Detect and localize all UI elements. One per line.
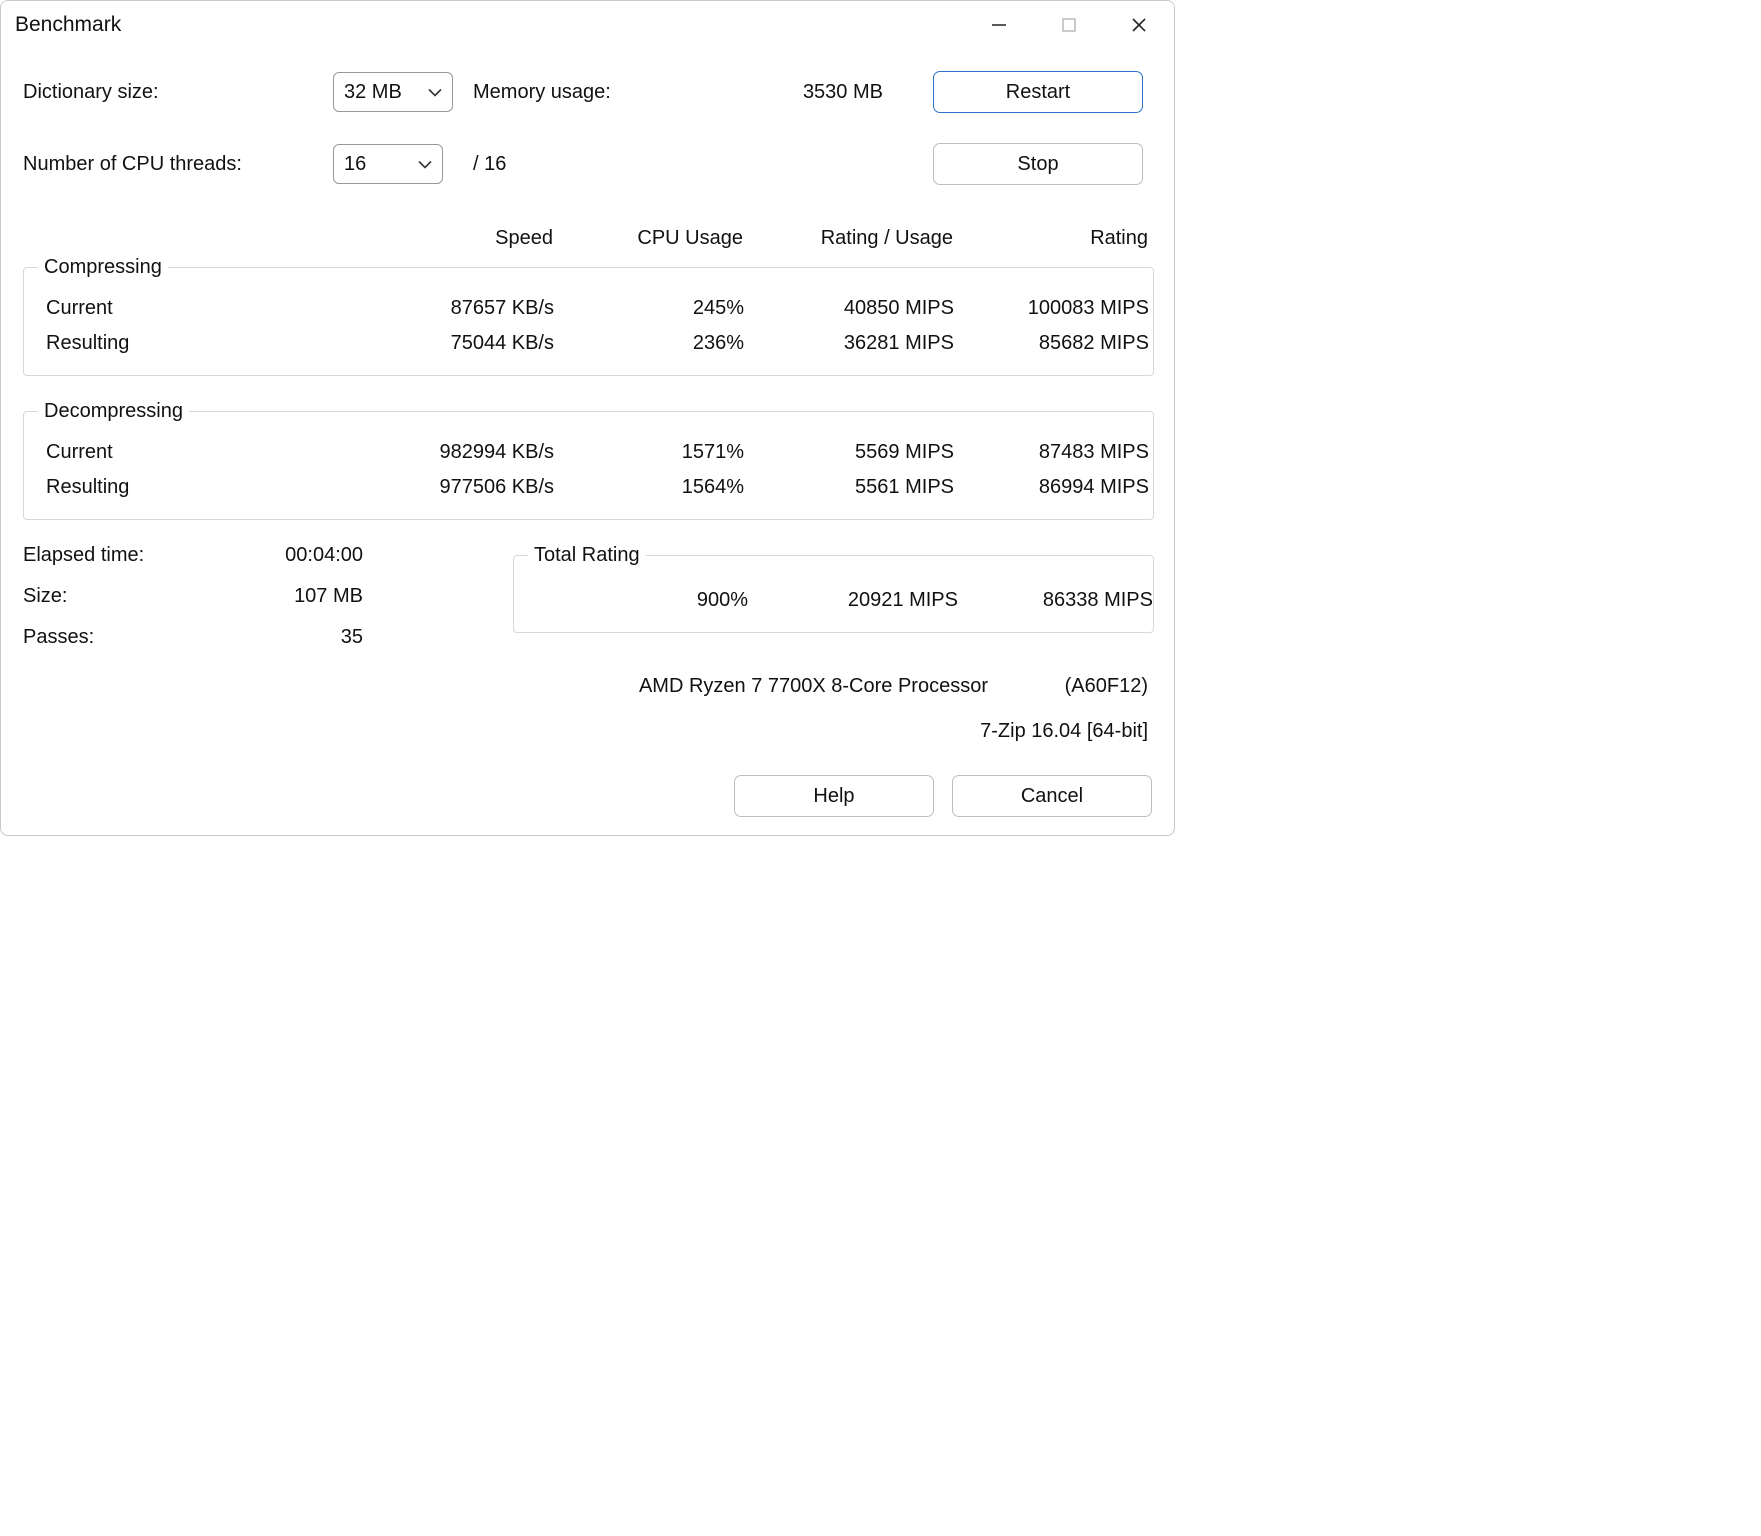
row-rating-usage: 40850 MIPS	[744, 297, 954, 320]
columns-header: Speed CPU Usage Rating / Usage Rating	[23, 227, 1154, 250]
decompressing-legend: Decompressing	[38, 400, 189, 423]
stats-panel: Elapsed time: 00:04:00 Size: 107 MB Pass…	[23, 544, 493, 649]
cancel-button[interactable]: Cancel	[952, 775, 1152, 817]
cpu-id: (A60F12)	[988, 675, 1148, 698]
cpu-threads-value: 16	[344, 153, 366, 176]
total-cpu: 900%	[528, 589, 748, 612]
col-rating: Rating	[953, 227, 1148, 250]
window-title: Benchmark	[15, 13, 121, 37]
row-label: Current	[24, 441, 384, 464]
close-button[interactable]	[1104, 1, 1174, 49]
cpu-threads-select[interactable]: 16	[333, 144, 443, 184]
total-rating-legend: Total Rating	[528, 544, 646, 567]
row-speed: 75044 KB/s	[384, 332, 554, 355]
row-rating: 87483 MIPS	[954, 441, 1149, 464]
footer-buttons: Help Cancel	[23, 775, 1154, 817]
restart-button[interactable]: Restart	[933, 71, 1143, 113]
size-label: Size:	[23, 585, 233, 608]
dictionary-size-value: 32 MB	[344, 81, 402, 104]
close-icon	[1131, 17, 1147, 33]
elapsed-time-value: 00:04:00	[233, 544, 363, 567]
row-cpu: 236%	[554, 332, 744, 355]
memory-usage-label: Memory usage:	[473, 81, 663, 104]
cpu-name: AMD Ryzen 7 7700X 8-Core Processor	[23, 675, 988, 698]
row-label: Current	[24, 297, 384, 320]
row-speed: 982994 KB/s	[384, 441, 554, 464]
stop-button[interactable]: Stop	[933, 143, 1143, 185]
cpu-threads-label: Number of CPU threads:	[23, 153, 333, 176]
maximize-button	[1034, 1, 1104, 49]
minimize-button[interactable]	[964, 1, 1034, 49]
content-area: Dictionary size: 32 MB Memory usage: 353…	[1, 49, 1174, 835]
decompressing-group: Decompressing Current 982994 KB/s 1571% …	[23, 400, 1154, 520]
window-controls	[964, 1, 1174, 49]
dictionary-size-select[interactable]: 32 MB	[333, 72, 453, 112]
chevron-down-icon	[418, 153, 432, 176]
row-label: Resulting	[24, 332, 384, 355]
maximize-icon	[1062, 18, 1076, 32]
compressing-resulting-row: Resulting 75044 KB/s 236% 36281 MIPS 856…	[24, 326, 1153, 361]
memory-usage-value: 3530 MB	[663, 81, 923, 104]
titlebar: Benchmark	[1, 1, 1174, 49]
decompressing-resulting-row: Resulting 977506 KB/s 1564% 5561 MIPS 86…	[24, 470, 1153, 505]
total-rating: 86338 MIPS	[958, 589, 1153, 612]
version-info: 7-Zip 16.04 [64-bit]	[23, 720, 1154, 743]
row-rating: 100083 MIPS	[954, 297, 1149, 320]
decompressing-current-row: Current 982994 KB/s 1571% 5569 MIPS 8748…	[24, 435, 1153, 470]
col-rating-usage: Rating / Usage	[743, 227, 953, 250]
row-rating: 86994 MIPS	[954, 476, 1149, 499]
row-label: Resulting	[24, 476, 384, 499]
elapsed-time-label: Elapsed time:	[23, 544, 233, 567]
cpu-threads-max: / 16	[473, 153, 663, 176]
passes-value: 35	[233, 626, 363, 649]
compressing-current-row: Current 87657 KB/s 245% 40850 MIPS 10008…	[24, 291, 1153, 326]
col-cpu-usage: CPU Usage	[553, 227, 743, 250]
passes-label: Passes:	[23, 626, 233, 649]
row-cpu: 1571%	[554, 441, 744, 464]
chevron-down-icon	[428, 81, 442, 104]
dictionary-size-label: Dictionary size:	[23, 81, 333, 104]
minimize-icon	[991, 17, 1007, 33]
row-rating-usage: 5569 MIPS	[744, 441, 954, 464]
size-value: 107 MB	[233, 585, 363, 608]
col-speed: Speed	[383, 227, 553, 250]
row-speed: 87657 KB/s	[384, 297, 554, 320]
row-cpu: 1564%	[554, 476, 744, 499]
compressing-group: Compressing Current 87657 KB/s 245% 4085…	[23, 256, 1154, 376]
compressing-legend: Compressing	[38, 256, 168, 279]
benchmark-window: Benchmark Dictionary size: 32 MB	[0, 0, 1175, 836]
help-button[interactable]: Help	[734, 775, 934, 817]
cpu-info: AMD Ryzen 7 7700X 8-Core Processor (A60F…	[23, 675, 1154, 698]
total-rating-usage: 20921 MIPS	[748, 589, 958, 612]
row-rating: 85682 MIPS	[954, 332, 1149, 355]
row-rating-usage: 36281 MIPS	[744, 332, 954, 355]
row-speed: 977506 KB/s	[384, 476, 554, 499]
total-rating-group: Total Rating 900% 20921 MIPS 86338 MIPS	[513, 544, 1154, 633]
row-cpu: 245%	[554, 297, 744, 320]
row-rating-usage: 5561 MIPS	[744, 476, 954, 499]
